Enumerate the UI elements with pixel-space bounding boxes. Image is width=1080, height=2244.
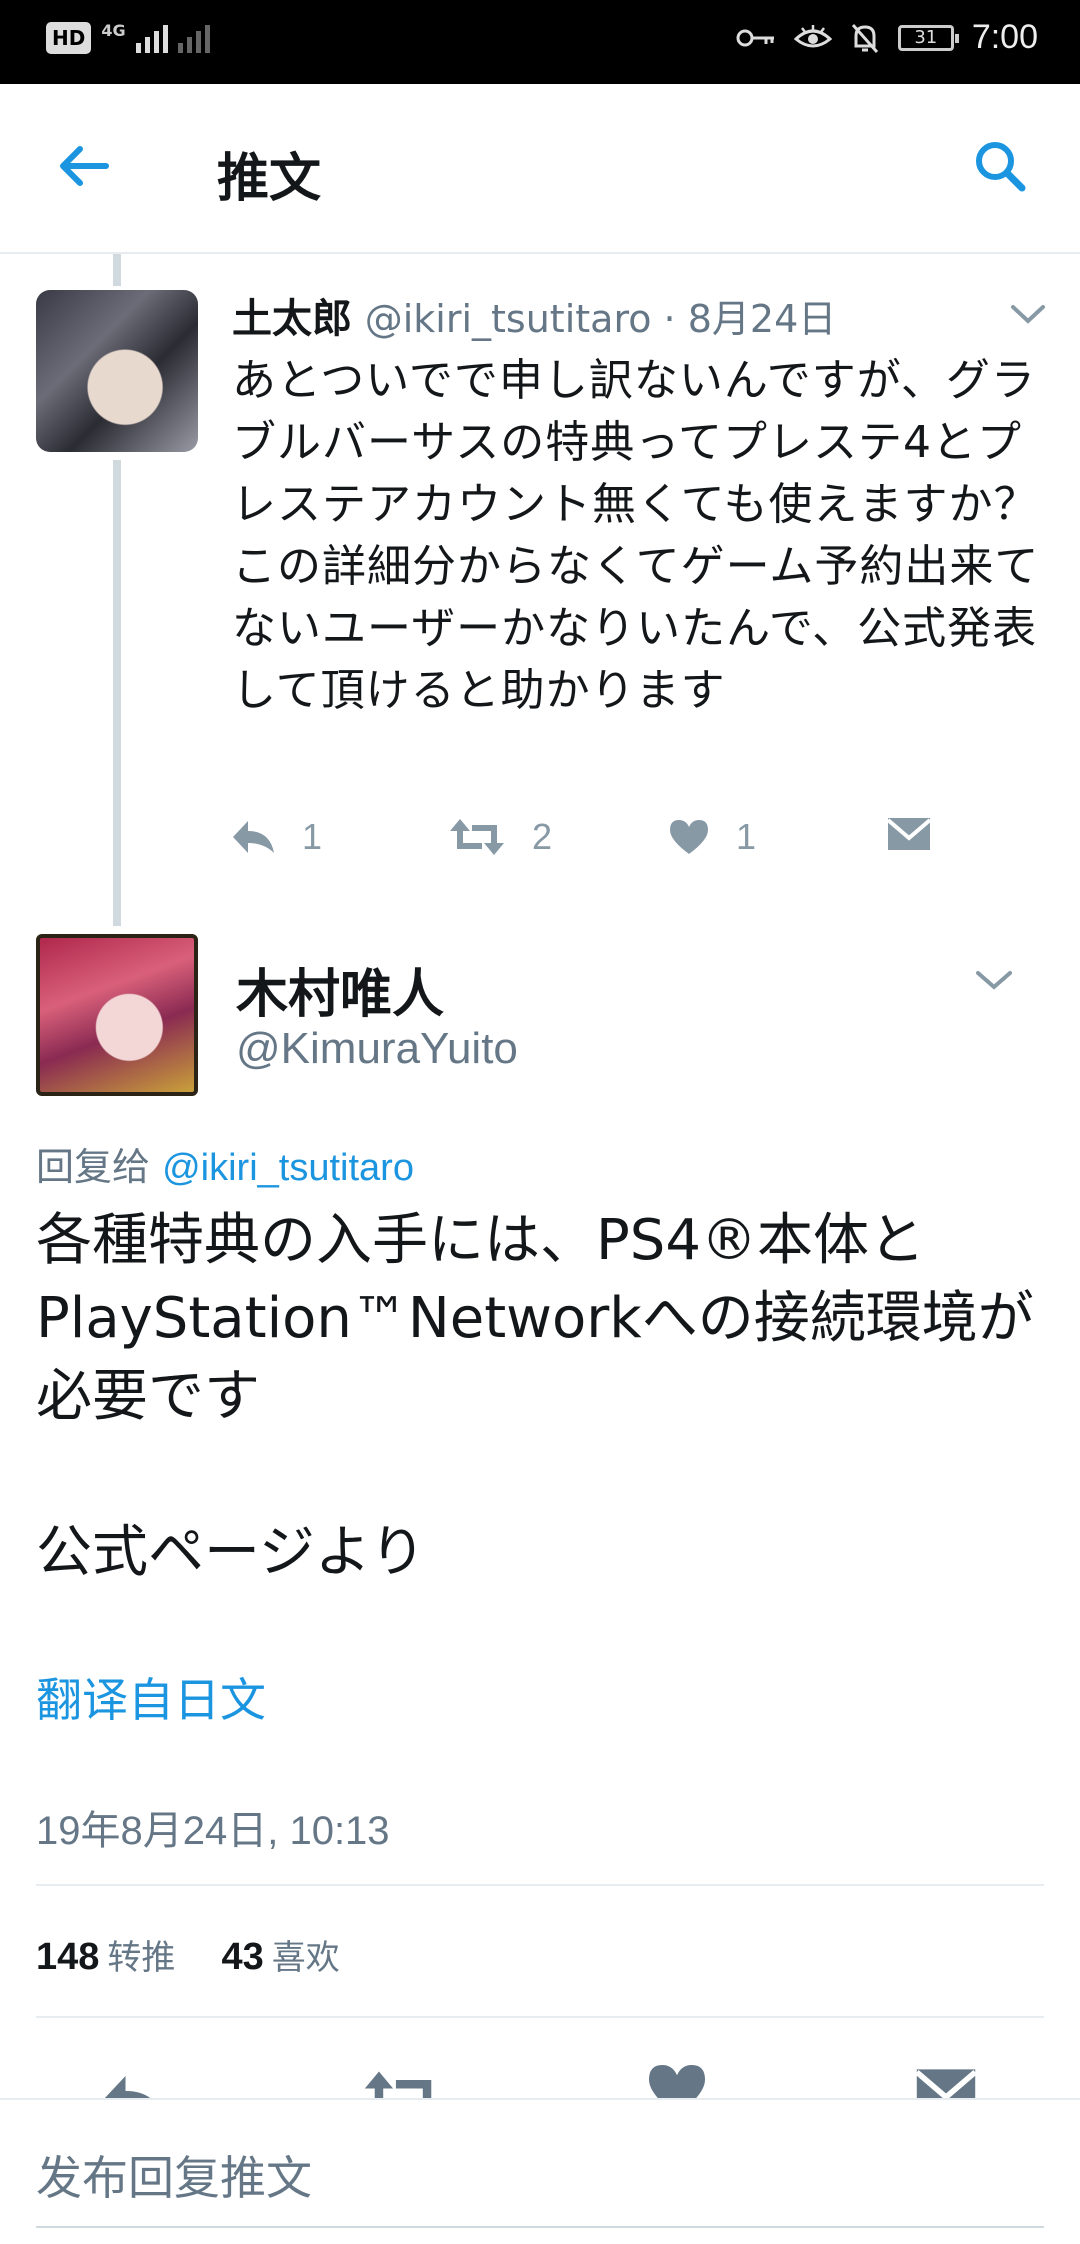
retweet-icon [450, 819, 504, 855]
network-type: 4G [101, 20, 126, 40]
status-bar: HD 4G 31 7:00 [0, 0, 1080, 84]
reply-action[interactable]: 1 [230, 816, 322, 858]
reply-icon [233, 821, 274, 853]
reply-count: 1 [302, 816, 323, 857]
search-icon[interactable] [970, 136, 1030, 196]
share-action[interactable] [886, 816, 932, 854]
retweets-label: 转推 [107, 1938, 176, 1978]
tweet-text: あとついでで申し訳ないんですが、グラブルバーサスの特典ってプレステ4とプレステア… [232, 355, 1040, 716]
battery-icon: 31 [897, 24, 959, 51]
signal-strength-2-icon [177, 23, 210, 53]
thread-line-top [113, 254, 121, 286]
input-underline [36, 2226, 1044, 2228]
reply-prefix: 回复给 [36, 1145, 163, 1189]
likes-label: 喜欢 [271, 1938, 340, 1978]
status-left: HD 4G [46, 20, 210, 54]
status-right: 31 7:00 [736, 18, 1038, 57]
thread-line-middle [113, 460, 121, 926]
display-name[interactable]: 土太郎 [232, 296, 352, 342]
mute-bell-icon [851, 23, 878, 53]
divider [36, 1884, 1044, 1886]
likes-stat[interactable]: 43 喜欢 [222, 1934, 374, 1978]
like-action[interactable]: 1 [668, 816, 756, 858]
retweet-icon[interactable] [362, 2068, 444, 2098]
likes-count: 43 [221, 1936, 264, 1978]
retweet-action[interactable]: 2 [448, 816, 552, 858]
reply-compose-bar: 发布回复推文 [0, 2098, 1080, 2244]
eye-comfort-icon [793, 24, 832, 47]
handle-and-date: @ikiri_tsutitaro · 8月24日 [364, 297, 837, 341]
display-name[interactable]: 木村唯人 [236, 952, 444, 1027]
retweets-stat[interactable]: 148 转推 [36, 1934, 222, 1978]
reply-input[interactable]: 发布回复推文 [36, 2142, 312, 2208]
heart-icon [670, 820, 708, 854]
like-count: 1 [736, 816, 757, 857]
back-arrow-icon[interactable] [54, 136, 114, 196]
engagement-stats: 148 转推 43 喜欢 [36, 1930, 374, 1979]
signal-strength-icon [135, 23, 168, 53]
avatar[interactable] [36, 934, 198, 1096]
page-title: 推文 [217, 149, 322, 209]
chevron-down-icon[interactable] [1010, 302, 1046, 326]
envelope-icon[interactable] [914, 2066, 978, 2098]
reply-to-line: 回复给 @ikiri_tsutitaro [36, 1136, 414, 1191]
timestamp: 19年8月24日, 10:13 [36, 1809, 390, 1853]
tweet-text: 各種特典の入手には、PS4®本体とPlayStation™Networkへの接続… [36, 1208, 1034, 1585]
avatar[interactable] [36, 290, 198, 452]
heart-icon[interactable] [646, 2062, 708, 2098]
key-icon [736, 29, 774, 46]
clock: 7:00 [971, 18, 1038, 56]
retweets-count: 148 [36, 1936, 100, 1978]
envelope-icon [886, 818, 932, 850]
app-header: 推文 [0, 84, 1080, 254]
translate-link[interactable]: 翻译自日文 [36, 1664, 266, 1730]
reply-to-handle-link[interactable]: @ikiri_tsutitaro [162, 1147, 414, 1189]
tweet-actions: 1 2 1 [230, 816, 950, 868]
handle[interactable]: @KimuraYuito [236, 1024, 518, 1074]
retweet-count: 2 [532, 816, 553, 857]
tweet-header: 土太郎 @ikiri_tsutitaro · 8月24日 [232, 286, 836, 344]
chevron-down-icon[interactable] [975, 968, 1013, 992]
divider [36, 2016, 1044, 2018]
focused-tweet-actions [0, 2050, 1080, 2098]
reply-icon[interactable] [98, 2070, 168, 2098]
hd-badge: HD [46, 22, 92, 54]
